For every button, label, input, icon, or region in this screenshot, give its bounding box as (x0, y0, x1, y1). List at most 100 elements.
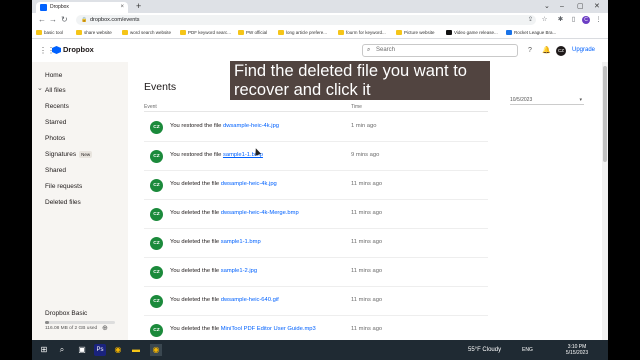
app-header: ⋮⋮ Dropbox ⌕ Search ? 🔔 CZ Upgrade (32, 40, 608, 62)
event-row: CZ You deleted the file sample1-1.bmp 11… (144, 229, 488, 258)
bookmark-item[interactable]: share website (76, 27, 112, 39)
help-icon[interactable]: ? (528, 46, 532, 55)
language-indicator[interactable]: ENG (522, 340, 533, 360)
sidebar-item-starred[interactable]: Starred (45, 118, 66, 128)
dropbox-logo-icon (52, 46, 61, 54)
bookmark-item[interactable]: PDF keyword searc... (180, 27, 231, 39)
system-clock[interactable]: 3:10 PM 5/15/2023 (562, 344, 592, 356)
event-description: You deleted the file MiniTool PDF Editor… (170, 326, 316, 332)
divider (144, 111, 488, 112)
event-row: CZ You deleted the file MiniTool PDF Edi… (144, 316, 488, 340)
user-avatar-icon: CZ (150, 179, 163, 192)
user-avatar[interactable]: CZ (556, 46, 566, 56)
event-row: CZ You deleted the file dwsample-heic-4k… (144, 200, 488, 229)
scrollbar-thumb[interactable] (603, 66, 607, 162)
file-link[interactable]: dwsample-heic-4k.jpg (223, 123, 279, 129)
event-description: You deleted the file dwsample-heic-4k.jp… (170, 181, 277, 187)
minimize-button[interactable]: – (560, 0, 564, 13)
bookmark-item[interactable]: Picture website (396, 27, 435, 39)
sidepanel-icon[interactable]: ▯ (569, 15, 578, 24)
event-description: You deleted the file sample1-2.jpg (170, 268, 258, 274)
file-link[interactable]: dwsample-heic-4k.jpg (221, 181, 277, 187)
callout-line-2: recover and click it (234, 81, 371, 99)
event-time: 11 mins ago (351, 239, 383, 245)
user-avatar-icon: CZ (150, 266, 163, 279)
file-link[interactable]: dwsample-heic-4k-Merge.bmp (221, 210, 299, 216)
dropbox-logo[interactable]: Dropbox (52, 45, 94, 55)
callout-line-1: Find the deleted file you want to (234, 62, 467, 80)
windows-start-icon[interactable]: ⊞ (38, 344, 50, 356)
maximize-button[interactable]: ▢ (577, 0, 584, 13)
chrome-active-icon[interactable]: ◉ (150, 344, 162, 356)
sidebar-item-home[interactable]: Home (45, 71, 62, 81)
event-description: You deleted the file sample1-1.bmp (170, 239, 261, 245)
chevron-down-icon: ▾ (579, 97, 582, 103)
user-avatar-icon: CZ (150, 121, 163, 134)
close-tab-icon[interactable]: × (120, 2, 124, 13)
bookmark-item[interactable]: word search website (122, 27, 171, 39)
event-description: You restored the file sample1-1.bmp (170, 152, 263, 158)
file-link[interactable]: sample1-2.jpg (221, 268, 257, 274)
bookmark-item[interactable]: PW official (238, 27, 267, 39)
search-input[interactable]: ⌕ Search (362, 44, 518, 57)
folder-icon (396, 30, 402, 35)
profile-avatar[interactable]: C (582, 16, 590, 24)
search-placeholder: Search (376, 47, 396, 53)
file-link[interactable]: dwsample-heic-640.gif (221, 297, 279, 303)
photoshop-icon[interactable]: Ps (94, 344, 106, 356)
folder-icon (238, 30, 244, 35)
bookmark-item[interactable]: Video game release... (446, 27, 498, 39)
tab-search-icon[interactable]: ⌄ (544, 0, 550, 13)
main-content: Events 10/5/2023 ▾ Event Time CZ You res… (128, 62, 598, 340)
file-link[interactable]: sample1-1.bmp (221, 239, 261, 245)
notification-bell-icon[interactable]: 🔔 (542, 46, 551, 55)
date-filter[interactable]: 10/5/2023 ▾ (510, 96, 584, 105)
storage-usage-fill (45, 321, 50, 324)
new-badge: New (79, 150, 93, 158)
url-bar[interactable]: 🔒 dropbox.com/events (76, 15, 536, 25)
chrome-icon[interactable]: ◉ (112, 344, 124, 356)
reload-icon[interactable]: ↻ (61, 14, 68, 26)
address-toolbar: ← → ↻ 🔒 dropbox.com/events ⇪ ☆ ✱ ▯ C ⋮ (32, 13, 608, 27)
bookmark-item[interactable]: fourm for keyword... (338, 27, 386, 39)
sidebar-item-deleted-files[interactable]: Deleted files (45, 198, 81, 208)
back-icon[interactable]: ← (38, 14, 46, 26)
user-avatar-icon: CZ (150, 150, 163, 163)
sidebar-item-shared[interactable]: Shared (45, 166, 66, 176)
search-icon[interactable]: ⌕ (56, 344, 68, 356)
forward-icon[interactable]: → (49, 14, 57, 26)
event-row: CZ You deleted the file dwsample-heic-64… (144, 287, 488, 316)
file-link[interactable]: MiniTool PDF Editor User Guide.mp3 (221, 326, 316, 332)
browser-menu-icon[interactable]: ⋮ (594, 15, 603, 24)
weather-widget[interactable]: 55°F Cloudy (468, 340, 501, 360)
bookmark-item[interactable]: Rocket League Bra... (506, 27, 556, 39)
scrollbar[interactable] (602, 62, 608, 340)
file-explorer-icon[interactable]: ▬ (130, 344, 142, 356)
bookmark-item[interactable]: basic tool (36, 27, 63, 39)
sidebar-item-recents[interactable]: Recents (45, 102, 69, 112)
taskbar: ⊞ ⌕ ▣ Ps ◉ ▬ ◉ 55°F Cloudy ENG 3:10 PM 5… (32, 340, 608, 360)
add-storage-icon[interactable]: ⊕ (102, 324, 108, 332)
screen: Dropbox × + ⌄ – ▢ ✕ ← → ↻ 🔒 dropbox.com/… (32, 0, 608, 360)
page-title: Events (144, 81, 177, 93)
event-time: 11 mins ago (351, 326, 383, 332)
plan-name: Dropbox Basic (45, 310, 88, 317)
browser-tab[interactable]: Dropbox × (36, 2, 128, 13)
folder-icon (76, 30, 82, 35)
bookmark-item[interactable]: long article prefere... (278, 27, 327, 39)
sidebar-item-photos[interactable]: Photos (45, 134, 65, 144)
sidebar-item-file-requests[interactable]: File requests (45, 182, 82, 192)
sidebar-item-all-files[interactable]: All files (37, 84, 65, 96)
share-icon[interactable]: ⇪ (526, 15, 535, 24)
event-time: 11 mins ago (351, 268, 383, 274)
event-time: 11 mins ago (351, 297, 383, 303)
extensions-icon[interactable]: ✱ (556, 15, 565, 24)
sidebar-item-signatures[interactable]: Signatures New (45, 150, 93, 160)
user-avatar-icon: CZ (150, 208, 163, 221)
task-view-icon[interactable]: ▣ (76, 344, 88, 356)
tab-title: Dropbox (50, 4, 69, 10)
upgrade-link[interactable]: Upgrade (572, 47, 595, 53)
new-tab-button[interactable]: + (136, 0, 141, 13)
bookmark-star-icon[interactable]: ☆ (540, 15, 549, 24)
close-window-button[interactable]: ✕ (594, 0, 600, 13)
